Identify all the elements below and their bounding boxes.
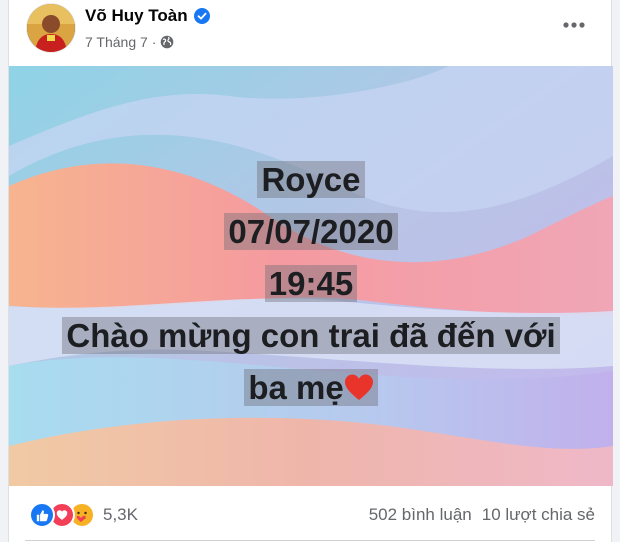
avatar[interactable]	[27, 4, 75, 52]
caption-line-name: Royce	[257, 161, 365, 198]
reaction-count[interactable]: 5,3K	[103, 505, 138, 525]
verified-badge-icon	[193, 8, 210, 24]
facebook-post: Võ Huy Toàn 7 Tháng 7 · Royce 07/07/2020…	[8, 0, 613, 542]
share-count[interactable]: 10 lượt chia sẻ	[482, 505, 595, 525]
meta-separator: ·	[151, 34, 157, 50]
post-header: Võ Huy Toàn 7 Tháng 7 ·	[9, 0, 611, 66]
post-date[interactable]: 7 Tháng 7	[85, 34, 148, 50]
caption: Royce 07/07/2020 19:45 Chào mừng con tra…	[9, 154, 613, 414]
author-row: Võ Huy Toàn	[85, 6, 210, 26]
caption-line-time: 19:45	[264, 265, 358, 302]
caption-line-parents: ba mẹ	[248, 369, 344, 406]
author-name[interactable]: Võ Huy Toàn	[85, 6, 188, 26]
caption-line-date: 07/07/2020	[224, 213, 398, 250]
more-options-icon[interactable]	[557, 12, 591, 38]
caption-line-welcome: Chào mừng con trai đã đến với	[62, 317, 560, 354]
post-footer: 5,3K 502 bình luận 10 lượt chia sẻ	[9, 486, 611, 542]
engagement-stats: 502 bình luận 10 lượt chia sẻ	[369, 505, 595, 525]
heart-emoji-icon	[344, 366, 374, 400]
like-icon	[29, 502, 55, 528]
reactions-summary[interactable]: 5,3K	[29, 502, 138, 528]
post-meta: 7 Tháng 7 ·	[85, 34, 174, 50]
comment-count[interactable]: 502 bình luận	[369, 505, 472, 525]
divider	[25, 540, 595, 541]
post-image[interactable]: Royce 07/07/2020 19:45 Chào mừng con tra…	[9, 66, 613, 486]
globe-icon[interactable]	[160, 35, 174, 49]
